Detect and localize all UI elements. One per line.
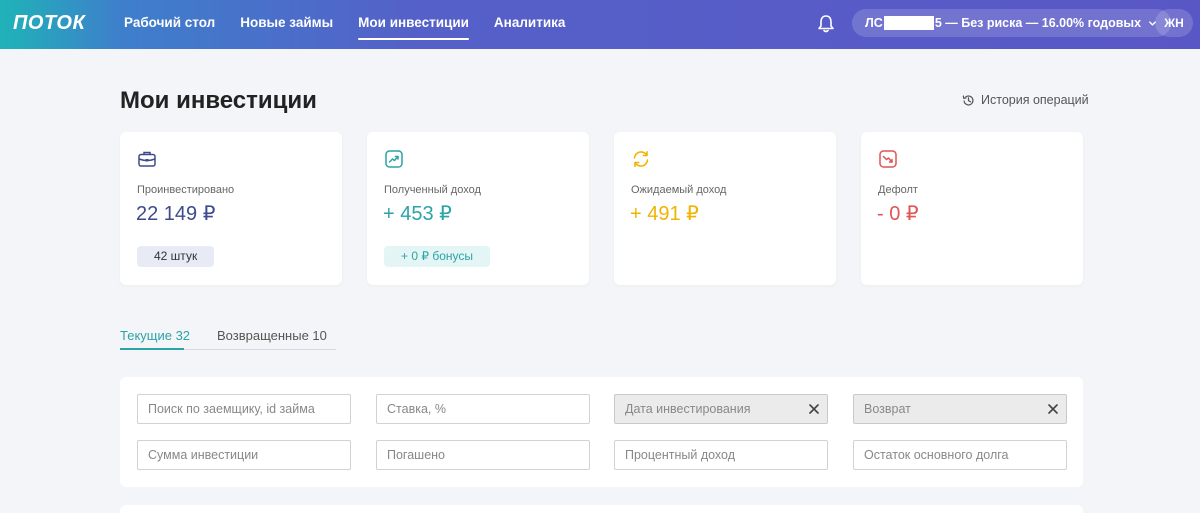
default-card: Дефолт - 0 ₽ bbox=[861, 132, 1083, 285]
card-label: Полученный доход bbox=[384, 184, 481, 196]
nav-item-my-investments[interactable]: Мои инвестиции bbox=[358, 0, 469, 49]
briefcase-icon bbox=[138, 151, 156, 167]
card-label: Проинвестировано bbox=[137, 184, 235, 196]
nav-item-desktop[interactable]: Рабочий стол bbox=[124, 0, 215, 49]
account-details: 5 — Без риска — 16.00% годовых bbox=[934, 16, 1142, 30]
main-nav: Рабочий стол Новые займы Мои инвестиции … bbox=[124, 0, 590, 49]
card-value: + 491 ₽ bbox=[630, 203, 699, 225]
repaid-filter[interactable]: Погашено bbox=[376, 440, 590, 470]
history-icon bbox=[962, 94, 974, 106]
account-selector[interactable]: ЛС 5 — Без риска — 16.00% годовых bbox=[852, 9, 1172, 37]
operations-history-link[interactable]: История операций bbox=[962, 93, 1089, 107]
refresh-icon bbox=[633, 151, 649, 167]
active-tab-indicator bbox=[120, 348, 184, 350]
tab-returned[interactable]: Возвращенные 10 bbox=[217, 328, 327, 343]
principal-balance-filter[interactable]: Остаток основного долга bbox=[853, 440, 1067, 470]
close-icon[interactable] bbox=[809, 404, 819, 414]
user-avatar[interactable]: ЖН bbox=[1155, 9, 1193, 37]
card-label: Ожидаемый доход bbox=[631, 184, 727, 196]
logo[interactable]: ПОТОК bbox=[13, 12, 85, 35]
redacted-account-number bbox=[883, 16, 934, 30]
received-income-card: Полученный доход + 453 ₽ + 0 ₽ бонусы bbox=[367, 132, 589, 285]
search-input[interactable]: Поиск по заемщику, id займа bbox=[137, 394, 351, 424]
card-value: 22 149 ₽ bbox=[136, 203, 216, 225]
card-value: + 453 ₽ bbox=[383, 203, 452, 225]
nav-item-analytics[interactable]: Аналитика bbox=[494, 0, 565, 49]
investments-count-badge: 42 штук bbox=[137, 246, 215, 267]
close-icon[interactable] bbox=[1048, 404, 1058, 414]
investments-tabs: Текущие 32 Возвращенные 10 bbox=[120, 326, 336, 350]
page-title: Мои инвестиции bbox=[120, 87, 317, 114]
interest-income-filter[interactable]: Процентный доход bbox=[614, 440, 828, 470]
history-label: История операций bbox=[981, 93, 1089, 107]
top-nav-bar: ПОТОК Рабочий стол Новые займы Мои инвес… bbox=[0, 0, 1200, 49]
filters-panel: Поиск по заемщику, id займа Ставка, % Да… bbox=[120, 377, 1083, 487]
return-filter[interactable]: Возврат bbox=[853, 394, 1067, 424]
expected-income-card: Ожидаемый доход + 491 ₽ bbox=[614, 132, 836, 285]
investment-amount-filter[interactable]: Сумма инвестиции bbox=[137, 440, 351, 470]
card-value: - 0 ₽ bbox=[877, 203, 919, 225]
investment-date-placeholder: Дата инвестирования bbox=[625, 402, 751, 416]
bonus-badge: + 0 ₽ бонусы bbox=[384, 246, 490, 267]
tab-current[interactable]: Текущие 32 bbox=[120, 328, 190, 343]
trend-down-icon bbox=[879, 150, 897, 168]
nav-item-new-loans[interactable]: Новые займы bbox=[240, 0, 333, 49]
investments-table-panel bbox=[120, 505, 1083, 513]
investment-date-filter[interactable]: Дата инвестирования bbox=[614, 394, 828, 424]
bell-icon[interactable] bbox=[817, 14, 835, 34]
account-prefix: ЛС bbox=[865, 16, 883, 30]
rate-filter-input[interactable]: Ставка, % bbox=[376, 394, 590, 424]
trend-up-icon bbox=[385, 150, 403, 168]
return-placeholder: Возврат bbox=[864, 402, 911, 416]
card-label: Дефолт bbox=[878, 184, 918, 196]
invested-card: Проинвестировано 22 149 ₽ 42 штук bbox=[120, 132, 342, 285]
